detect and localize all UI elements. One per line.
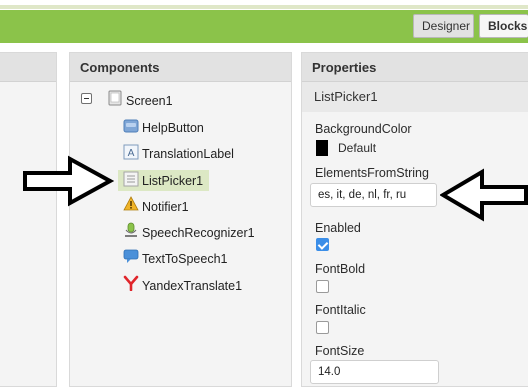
font-italic-label: FontItalic [315,303,366,317]
top-toolbar: Designer Blocks [0,0,528,48]
speech-recognizer-icon [125,222,137,237]
elements-from-string-label: ElementsFromString [315,166,429,180]
tree-item-label: TextToSpeech1 [142,252,228,266]
label-icon: A [123,144,139,160]
designer-button[interactable]: Designer [413,14,474,38]
svg-text:A: A [128,148,135,159]
background-color-swatch[interactable] [316,140,328,156]
yandex-translate-icon [123,275,139,291]
tree-item-label: HelpButton [142,121,204,135]
listpicker-icon [123,171,139,187]
components-panel-title: Components [70,53,291,82]
properties-panel-title: Properties [302,53,528,82]
tree-item-label: Notifier1 [142,200,189,214]
annotation-arrow-left-icon [440,168,528,222]
screen-icon [108,90,122,106]
tree-item-label: Screen1 [126,94,173,108]
tree-item-label: ListPicker1 [142,174,204,188]
font-bold-checkbox[interactable] [316,280,329,293]
toolbar-gap [0,43,528,52]
tree-item-label: YandexTranslate1 [142,279,243,293]
collapse-toggle-icon[interactable] [81,93,92,104]
font-italic-checkbox[interactable] [316,321,329,334]
tree-item-label: TranslationLabel [142,147,234,161]
elements-from-string-input[interactable]: es, it, de, nl, fr, ru [310,183,437,207]
background-color-label: BackgroundColor [315,122,412,136]
viewer-panel [0,52,57,387]
tree-item-label: SpeechRecognizer1 [142,226,255,240]
properties-component-name: ListPicker1 [302,82,528,112]
components-panel: Components [69,52,292,387]
annotation-arrow-right-icon [23,155,114,207]
notifier-icon [123,196,139,211]
toolbar-divider [0,5,528,9]
button-icon [123,119,139,133]
blocks-button[interactable]: Blocks [479,14,528,38]
enabled-checkbox[interactable] [316,238,329,251]
text-to-speech-icon [123,249,139,263]
font-size-label: FontSize [315,344,365,358]
font-size-input[interactable]: 14.0 [310,360,439,384]
viewer-panel-header [0,53,56,82]
enabled-label: Enabled [315,221,361,235]
background-color-value[interactable]: Default [338,141,376,155]
font-bold-label: FontBold [315,262,366,276]
